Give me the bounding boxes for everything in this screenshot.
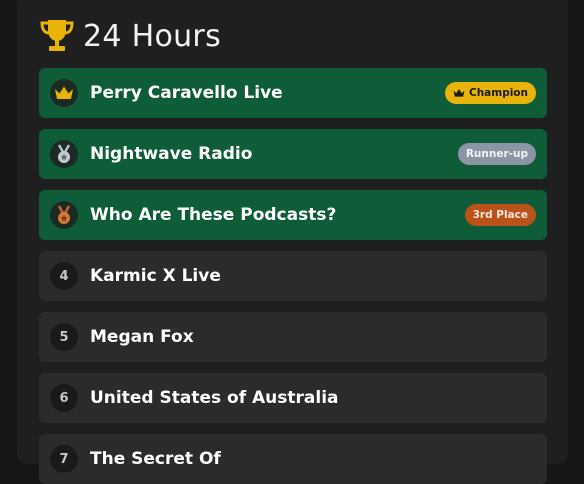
crown-icon <box>55 86 73 99</box>
third-place-badge: 3rd Place <box>464 204 536 226</box>
rank-circle <box>50 79 78 107</box>
show-name: Perry Caravello Live <box>90 83 283 103</box>
show-name: United States of Australia <box>90 388 339 408</box>
runner-up-badge: Runner-up <box>457 143 536 165</box>
show-name: Who Are These Podcasts? <box>90 205 337 225</box>
champion-badge: Champion <box>444 82 536 104</box>
show-name: Nightwave Radio <box>90 144 253 164</box>
leaderboard-row[interactable]: 4 Karmic X Live <box>39 251 547 301</box>
leaderboard-row[interactable]: Perry Caravello Live Champion <box>39 68 547 118</box>
show-name: Megan Fox <box>90 327 194 347</box>
leaderboard-card: 24 Hours Perry Caravello Live Champion N… <box>17 0 568 484</box>
leaderboard-header: 24 Hours <box>38 16 221 56</box>
rank-number: 4 <box>50 262 78 290</box>
rank-number: 7 <box>50 445 78 473</box>
page-title: 24 Hours <box>83 18 222 54</box>
rank-number: 6 <box>50 384 78 412</box>
leaderboard-row[interactable]: Who Are These Podcasts? 3rd Place <box>39 190 547 240</box>
leaderboard-row[interactable]: 7 The Secret Of <box>39 434 547 484</box>
leaderboard-row[interactable]: 5 Megan Fox <box>39 312 547 362</box>
silver-medal-icon <box>57 144 71 163</box>
crown-icon <box>453 89 465 97</box>
rank-circle <box>50 201 78 229</box>
trophy-icon <box>40 20 74 51</box>
show-name: The Secret Of <box>90 449 221 469</box>
leaderboard-row[interactable]: Nightwave Radio Runner-up <box>39 129 547 179</box>
rank-circle <box>50 140 78 168</box>
rank-number: 5 <box>50 323 78 351</box>
bronze-medal-icon <box>57 205 71 224</box>
leaderboard-row[interactable]: 6 United States of Australia <box>39 373 547 423</box>
show-name: Karmic X Live <box>90 266 221 286</box>
